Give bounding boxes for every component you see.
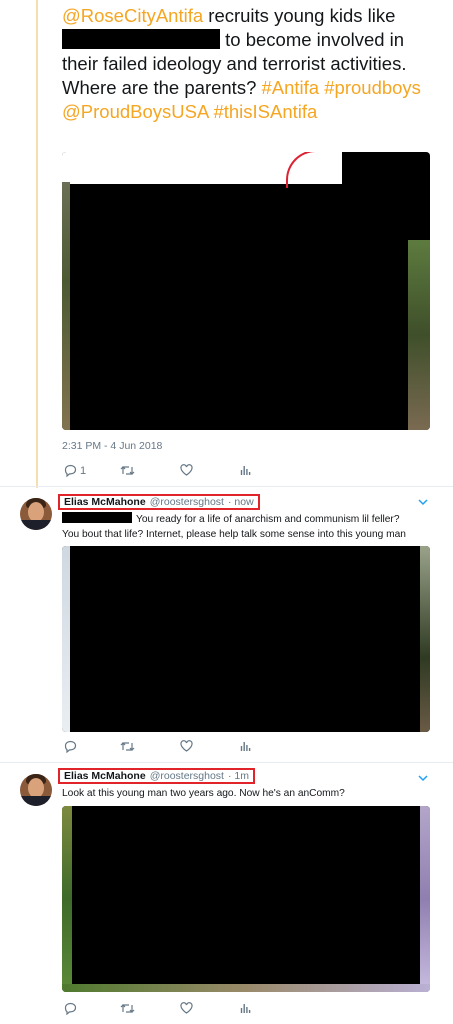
hashtag-thisisantifa[interactable]: #thisISAntifa bbox=[213, 101, 317, 122]
reply-icon bbox=[64, 1002, 77, 1015]
user-handle[interactable]: @roostersghost bbox=[150, 496, 224, 508]
red-annotation-line bbox=[286, 152, 348, 188]
retweet-button[interactable] bbox=[120, 464, 135, 477]
photo-edge-right bbox=[420, 546, 430, 732]
photo-edge-right bbox=[408, 240, 430, 430]
reply-header-highlight: Elias McMahone @roostersghost · 1m bbox=[58, 768, 255, 784]
analytics-icon bbox=[240, 464, 251, 476]
user-name[interactable]: Elias McMahone bbox=[64, 770, 146, 782]
hashtag-proudboys[interactable]: #proudboys bbox=[324, 77, 421, 98]
reply-count: 1 bbox=[80, 464, 87, 477]
user-handle[interactable]: @roostersghost bbox=[150, 770, 224, 782]
retweet-icon bbox=[120, 464, 135, 477]
mention-proudboysusa[interactable]: @ProudBoysUSA bbox=[62, 101, 208, 122]
photo-edge-bottom bbox=[62, 984, 430, 992]
reply-actions bbox=[62, 1002, 262, 1018]
redacted-mention bbox=[62, 512, 132, 523]
chevron-down-icon[interactable] bbox=[418, 774, 428, 785]
redacted-name bbox=[62, 29, 220, 49]
photo-edge-right bbox=[420, 806, 430, 992]
tweet-media-image[interactable] bbox=[62, 152, 430, 430]
user-name[interactable]: Elias McMahone bbox=[64, 496, 146, 508]
analytics-button[interactable] bbox=[240, 464, 251, 476]
analytics-icon bbox=[240, 1002, 251, 1014]
redaction-block bbox=[342, 152, 430, 192]
analytics-button[interactable] bbox=[240, 1002, 251, 1014]
thread-connector-line bbox=[36, 0, 38, 488]
hashtag-antifa[interactable]: #Antifa bbox=[262, 77, 320, 98]
reply-icon bbox=[64, 740, 77, 753]
reply-text-line1: Look at this young man two years ago. No… bbox=[62, 788, 345, 799]
tweet-timestamp[interactable]: 2:31 PM - 4 Jun 2018 bbox=[62, 440, 162, 452]
divider bbox=[0, 486, 453, 487]
reply-text: You ready for a life of anarchism and co… bbox=[62, 512, 442, 542]
photo-edge-left bbox=[62, 806, 72, 992]
reply-media-image[interactable] bbox=[62, 546, 430, 732]
like-icon bbox=[180, 1002, 193, 1014]
reply-button[interactable]: 1 bbox=[64, 464, 86, 477]
analytics-button[interactable] bbox=[240, 740, 251, 752]
retweet-button[interactable] bbox=[120, 740, 135, 753]
tweet-text: @RoseCityAntifa recruits young kids like… bbox=[62, 4, 442, 124]
like-icon bbox=[180, 464, 193, 476]
reply-media-image[interactable] bbox=[62, 806, 430, 992]
tweet-actions: 1 bbox=[62, 464, 262, 480]
photo-edge-left bbox=[62, 182, 70, 430]
avatar[interactable] bbox=[20, 774, 52, 806]
reply-text-content1: You ready for a life of anarchism and co… bbox=[136, 514, 400, 525]
avatar-face bbox=[28, 502, 44, 522]
retweet-icon bbox=[120, 1002, 135, 1015]
main-tweet: @RoseCityAntifa recruits young kids like… bbox=[62, 4, 442, 124]
reply-button[interactable] bbox=[64, 1002, 77, 1015]
reply-text: Look at this young man two years ago. No… bbox=[62, 786, 442, 801]
like-button[interactable] bbox=[180, 740, 193, 752]
reply-time[interactable]: · 1m bbox=[228, 770, 249, 782]
tweet-text-part1: recruits young kids like bbox=[203, 5, 396, 26]
avatar-suit bbox=[20, 520, 52, 530]
avatar-suit bbox=[20, 796, 52, 806]
reply-time[interactable]: · now bbox=[228, 496, 254, 508]
reply-button[interactable] bbox=[64, 740, 77, 753]
reply-actions bbox=[62, 740, 262, 756]
avatar[interactable] bbox=[20, 498, 52, 530]
like-button[interactable] bbox=[180, 1002, 193, 1014]
retweet-icon bbox=[120, 740, 135, 753]
mention-rosecityantifa[interactable]: @RoseCityAntifa bbox=[62, 5, 203, 26]
reply-text-line2: You bout that life? Internet, please hel… bbox=[62, 529, 406, 540]
like-button[interactable] bbox=[180, 464, 193, 476]
reply-header-highlight: Elias McMahone @roostersghost · now bbox=[58, 494, 260, 510]
divider bbox=[0, 762, 453, 763]
avatar-face bbox=[28, 778, 44, 798]
chevron-down-icon[interactable] bbox=[418, 498, 428, 509]
analytics-icon bbox=[240, 740, 251, 752]
photo-edge-left bbox=[62, 546, 70, 732]
retweet-button[interactable] bbox=[120, 1002, 135, 1015]
like-icon bbox=[180, 740, 193, 752]
reply-text-line1: You ready for a life of anarchism and co… bbox=[62, 512, 442, 527]
reply-icon bbox=[64, 464, 77, 477]
